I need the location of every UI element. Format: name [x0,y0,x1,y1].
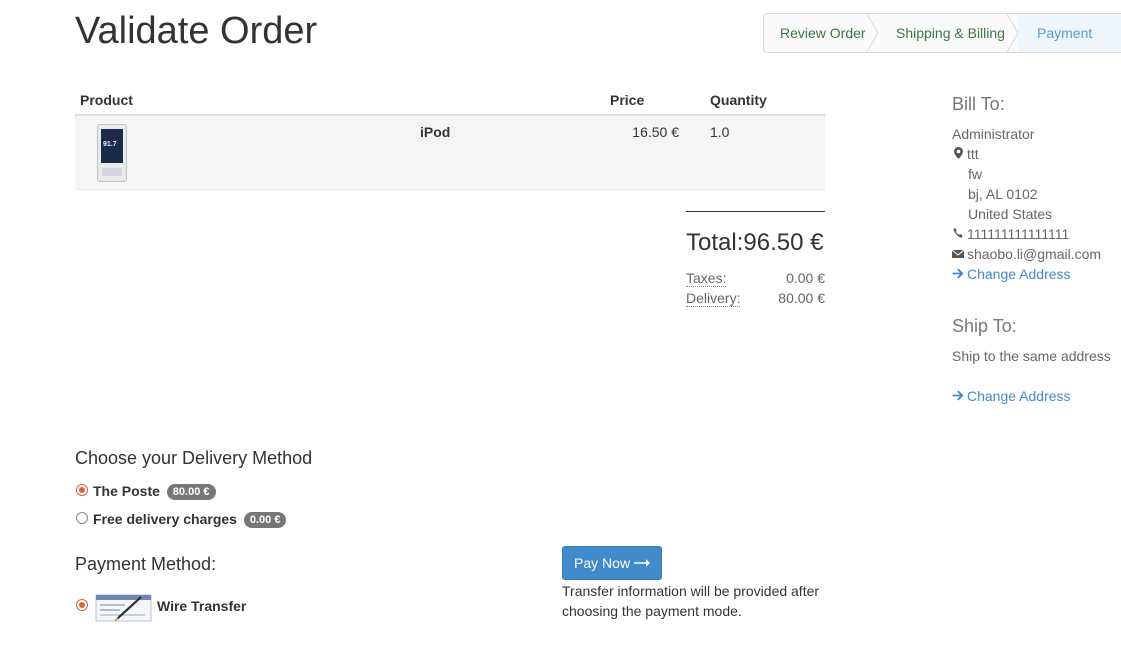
table-header: Product Price Quantity [75,88,825,116]
wire-transfer-icon [95,594,152,622]
payment-note: Transfer information will be provided af… [562,583,820,619]
header-price: Price [610,92,645,108]
delivery-price-badge: 80.00 € [166,484,216,500]
wizard-step-label: Shipping & Billing [896,25,1005,41]
bill-to-heading: Bill To: [952,94,1005,114]
bill-to-change-address-link[interactable]: Change Address [952,266,1071,282]
delivery-option-the-poste[interactable]: The Poste 80.00 € [93,483,216,500]
taxes-value: 0.00 € [786,270,825,286]
table-row: 91.7 iPod 16.50 € 1.0 [75,116,825,190]
wizard-step-label: Payment [1037,25,1093,41]
bill-to-email: shaobo.li@gmail.com [951,246,1102,262]
bill-to-phone: 111111111111111 [952,226,1069,242]
product-quantity: 1.0 [710,124,730,140]
payment-radio-wire-transfer[interactable] [76,599,88,611]
wizard-step-label: Review Order [780,25,866,41]
address-line-4: United States [968,206,1053,222]
bill-to-name: Administrator [952,126,1035,142]
delivery-label: Delivery: [686,290,741,307]
page-title: Validate Order [75,10,318,52]
pay-now-button[interactable]: Pay Now [562,546,662,580]
checkout-wizard: Review Order Shipping & Billing Payment [763,13,1121,53]
address-line-1: ttt [967,146,979,162]
arrow-right-icon [952,266,964,282]
delivery-option-free[interactable]: Free delivery charges 0.00 € [93,511,287,528]
phone-icon [952,228,964,242]
address-line-2: fw [968,166,982,182]
map-marker-icon [952,147,964,162]
total-label: Total: [686,229,744,256]
phone-number: 111111111111111 [967,226,1070,242]
address-line-3: bj, AL 0102 [968,186,1038,202]
delivery-value: 80.00 € [778,290,825,306]
order-lines-table: Product Price Quantity 91.7 iPod 16.50 €… [75,88,825,190]
ship-to-heading: Ship To: [952,316,1017,336]
delivery-price-badge: 0.00 € [243,512,287,528]
bill-to-address-line: ttt [952,146,979,162]
delivery-option-label: The Poste [93,483,160,499]
wizard-step-payment[interactable]: Payment [1018,14,1121,52]
totals-divider [686,211,825,212]
payment-option-wire-transfer[interactable]: Wire Transfer [157,598,246,614]
delivery-radio-free[interactable] [76,512,88,524]
long-arrow-right-icon [633,559,650,567]
chevron-separator-icon [866,14,879,52]
total-value: 96.50 € [743,229,824,256]
chevron-separator-icon [1006,14,1019,52]
taxes-label: Taxes: [686,270,727,287]
payment-method-heading: Payment Method: [75,554,217,574]
order-total: Total:96.50 € [686,229,823,257]
product-name: iPod [420,124,451,140]
ship-to-text: Ship to the same address [952,348,1111,364]
header-quantity: Quantity [710,92,767,108]
wizard-step-shipping-billing[interactable]: Shipping & Billing [878,14,1019,52]
ship-to-change-address-link[interactable]: Change Address [952,388,1071,404]
delivery-radio-the-poste[interactable] [76,484,88,496]
change-address-label: Change Address [967,388,1071,404]
pay-now-label: Pay Now [574,555,631,571]
wizard-step-review-order[interactable]: Review Order [764,14,879,52]
product-price: 16.50 € [632,124,679,140]
delivery-row: Delivery: 80.00 € [686,290,825,307]
change-address-label: Change Address [967,266,1071,282]
delivery-option-label: Free delivery charges [93,511,237,527]
header-product: Product [80,92,133,108]
product-image-screen-text: 91.7 [103,141,117,148]
arrow-right-icon [952,388,964,404]
taxes-row: Taxes: 0.00 € [686,270,825,287]
delivery-method-heading: Choose your Delivery Method [75,448,313,468]
product-image: 91.7 [97,124,127,182]
envelope-icon [951,248,965,262]
email-address: shaobo.li@gmail.com [967,246,1102,262]
